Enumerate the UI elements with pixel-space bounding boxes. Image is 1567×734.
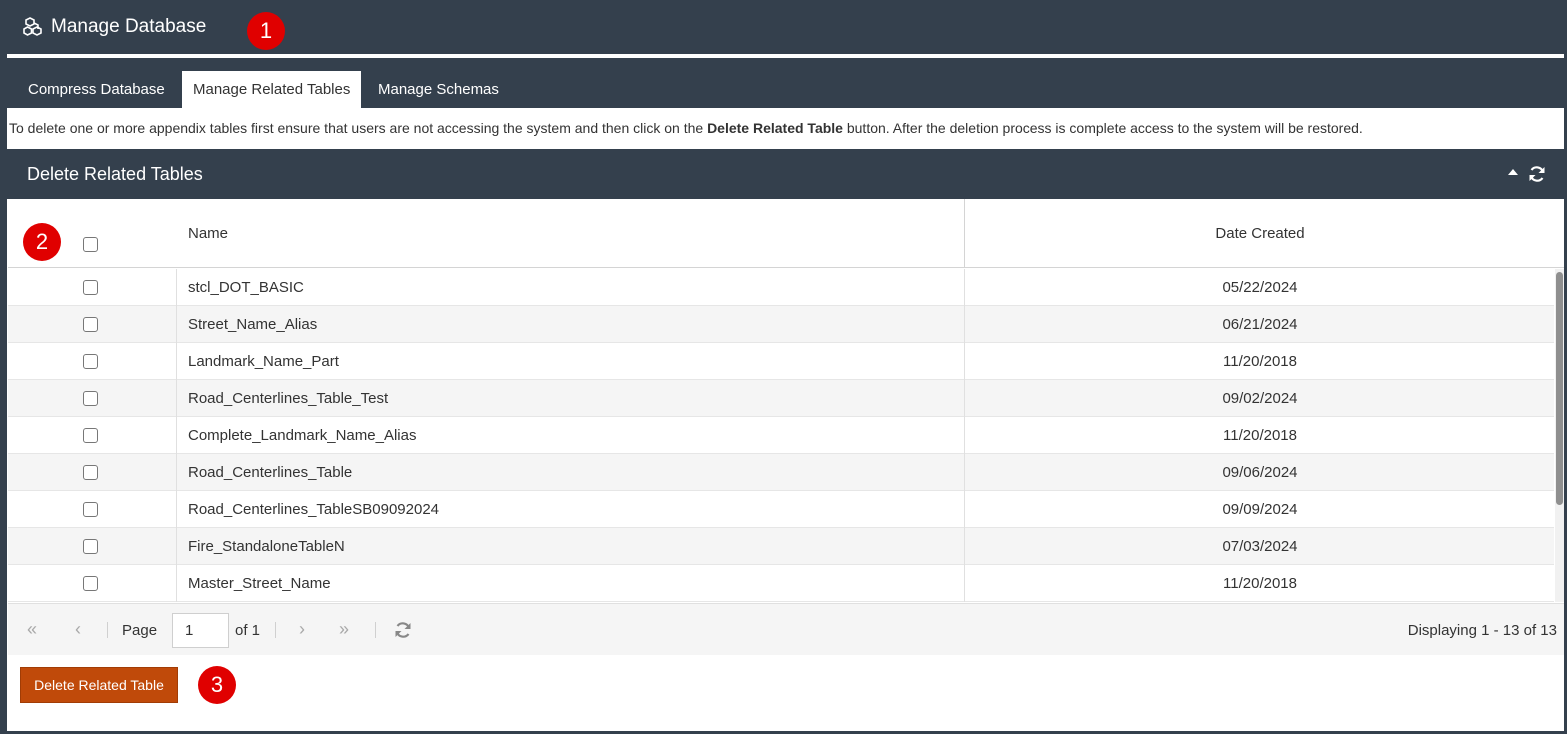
table-row[interactable]: Master_Street_Name 11/20/2018 <box>8 565 1554 602</box>
cell-divider <box>176 417 177 454</box>
panel-title: Delete Related Tables <box>27 164 203 184</box>
table-row[interactable]: Road_Centerlines_TableSB09092024 09/09/2… <box>8 491 1554 528</box>
instructions-text: To delete one or more appendix tables fi… <box>9 120 1363 136</box>
row-checkbox[interactable] <box>83 539 98 554</box>
delete-related-table-button[interactable]: Delete Related Table <box>20 667 178 703</box>
cell-divider <box>176 528 177 565</box>
cubes-icon <box>23 17 42 36</box>
title-bar: Manage Database 1 <box>0 0 1567 52</box>
row-checkbox[interactable] <box>83 317 98 332</box>
last-page-icon[interactable]: » <box>339 619 349 640</box>
cell-divider <box>176 565 177 602</box>
select-all-checkbox[interactable] <box>83 237 98 252</box>
row-checkbox[interactable] <box>83 428 98 443</box>
pager-separator <box>107 622 108 638</box>
row-name: Master_Street_Name <box>188 575 331 592</box>
cell-divider <box>176 491 177 528</box>
cell-divider <box>176 306 177 343</box>
refresh-icon[interactable] <box>394 621 412 639</box>
row-name: stcl_DOT_BASIC <box>188 279 304 296</box>
column-header-date-created[interactable]: Date Created <box>965 225 1555 242</box>
display-count-text: Displaying 1 - 13 of 13 <box>1407 622 1557 639</box>
row-checkbox[interactable] <box>83 502 98 517</box>
tab-manage-schemas[interactable]: Manage Schemas <box>367 71 510 108</box>
grid-body: stcl_DOT_BASIC 05/22/2024 Street_Name_Al… <box>8 269 1554 602</box>
next-page-icon[interactable]: › <box>299 619 305 640</box>
row-name: Landmark_Name_Part <box>188 353 339 370</box>
row-date: 11/20/2018 <box>1223 427 1297 444</box>
tab-bar: Compress Database Manage Related Tables … <box>7 58 1564 108</box>
table-row[interactable]: Fire_StandaloneTableN 07/03/2024 <box>8 528 1554 565</box>
instructions-bold: Delete Related Table <box>707 120 843 136</box>
tab-manage-related-tables[interactable]: Manage Related Tables <box>182 71 362 108</box>
instructions-pre: To delete one or more appendix tables fi… <box>9 120 708 136</box>
row-name: Road_Centerlines_Table_Test <box>188 390 389 407</box>
table-row[interactable]: Complete_Landmark_Name_Alias 11/20/2018 <box>8 417 1554 454</box>
row-date: 09/06/2024 <box>1222 464 1298 481</box>
pager-separator <box>275 622 276 638</box>
page-label: Page <box>122 622 158 639</box>
grid-scrollbar-thumb[interactable] <box>1556 272 1563 505</box>
row-checkbox[interactable] <box>83 576 98 591</box>
page-count-label: of 1 <box>235 622 261 639</box>
related-tables-grid: 2 Name Date Created stcl_DOT_BASIC 05/22… <box>8 199 1564 656</box>
table-row[interactable]: stcl_DOT_BASIC 05/22/2024 <box>8 269 1554 306</box>
row-checkbox[interactable] <box>83 354 98 369</box>
cell-divider <box>176 454 177 491</box>
content-area: Compress Database Manage Related Tables … <box>7 54 1564 731</box>
instructions-post: button. After the deletion process is co… <box>842 120 1363 136</box>
cell-divider <box>176 343 177 380</box>
page-number-input[interactable] <box>172 613 229 648</box>
previous-page-icon[interactable]: ‹ <box>75 619 81 640</box>
row-date: 09/09/2024 <box>1222 501 1298 518</box>
row-date: 07/03/2024 <box>1222 538 1298 555</box>
table-row[interactable]: Road_Centerlines_Table_Test 09/02/2024 <box>8 380 1554 417</box>
pager-separator <box>375 622 376 638</box>
cell-divider <box>176 380 177 417</box>
row-name: Street_Name_Alias <box>188 316 318 333</box>
manage-database-window: Manage Database 1 Compress Database Mana… <box>0 0 1567 734</box>
cell-divider <box>176 269 177 306</box>
row-date: 11/20/2018 <box>1223 575 1297 592</box>
first-page-icon[interactable]: « <box>27 619 37 640</box>
table-row[interactable]: Road_Centerlines_Table 09/06/2024 <box>8 454 1554 491</box>
row-date: 05/22/2024 <box>1222 279 1298 296</box>
row-name: Road_Centerlines_Table <box>188 464 353 481</box>
collapse-icon[interactable] <box>1508 169 1518 175</box>
annotation-badge-3: 3 <box>198 666 236 704</box>
row-date: 06/21/2024 <box>1222 316 1298 333</box>
row-name: Road_Centerlines_TableSB09092024 <box>188 501 440 518</box>
table-row[interactable]: Landmark_Name_Part 11/20/2018 <box>8 343 1554 380</box>
row-name: Complete_Landmark_Name_Alias <box>188 427 417 444</box>
pagination-toolbar: « ‹ Page of 1 › » Displaying 1 - 13 of 1… <box>8 603 1564 655</box>
row-checkbox[interactable] <box>83 280 98 295</box>
row-name: Fire_StandaloneTableN <box>188 538 345 555</box>
row-checkbox[interactable] <box>83 465 98 480</box>
grid-header: 2 Name Date Created <box>8 199 1564 268</box>
row-checkbox[interactable] <box>83 391 98 406</box>
annotation-badge-2: 2 <box>23 223 61 261</box>
panel-header: Delete Related Tables <box>7 149 1564 199</box>
annotation-badge-1: 1 <box>247 12 285 50</box>
column-header-name[interactable]: Name <box>188 225 228 242</box>
row-date: 09/02/2024 <box>1222 390 1298 407</box>
window-title: Manage Database <box>51 16 207 37</box>
refresh-icon[interactable] <box>1528 165 1546 183</box>
row-date: 11/20/2018 <box>1223 353 1297 370</box>
table-row[interactable]: Street_Name_Alias 06/21/2024 <box>8 306 1554 343</box>
tab-compress-database[interactable]: Compress Database <box>17 71 176 108</box>
